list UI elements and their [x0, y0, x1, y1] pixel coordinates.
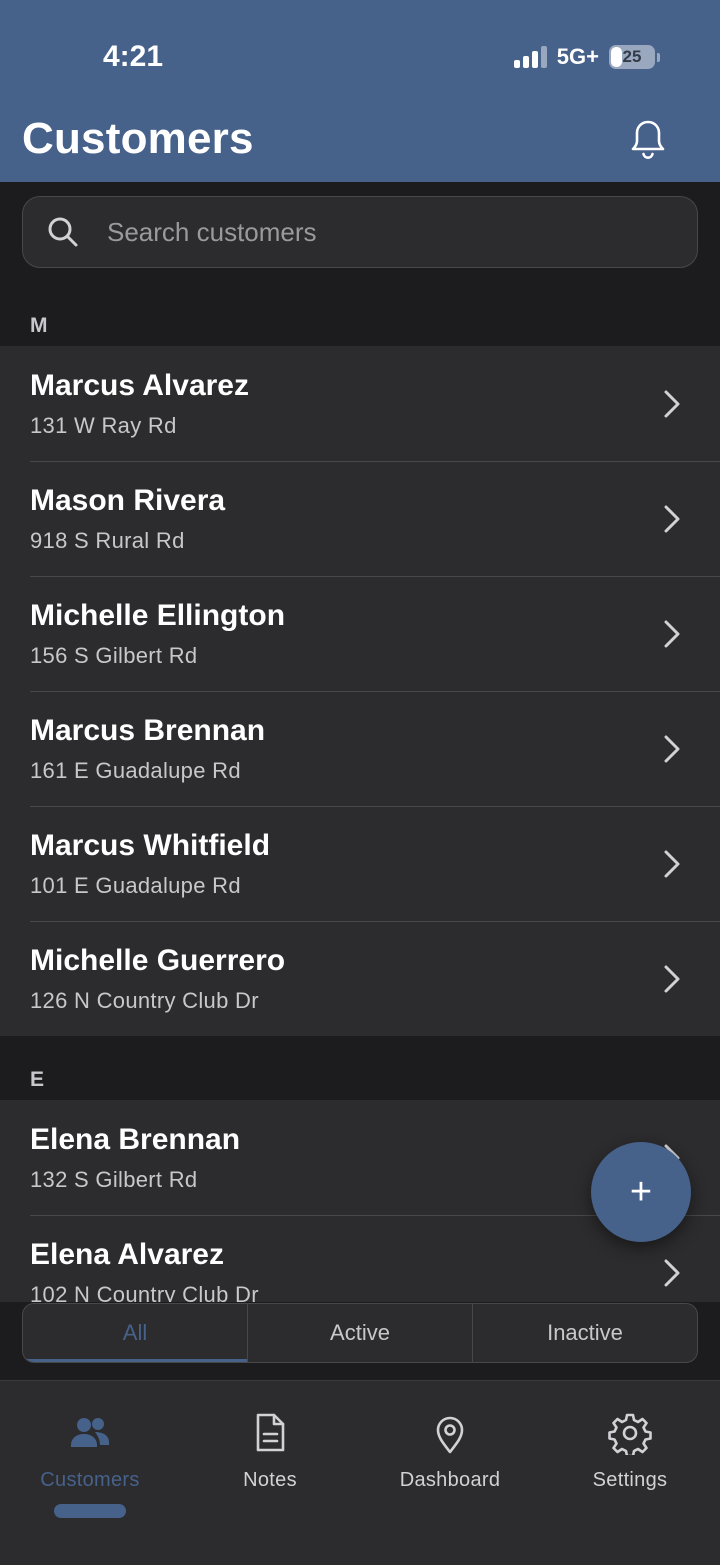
customer-name: Marcus Alvarez: [30, 368, 249, 402]
chevron-right-icon: [664, 1259, 680, 1286]
status-indicators: 5G+ 25: [513, 44, 660, 70]
signal-icon: [513, 46, 547, 68]
status-filter: All Active Inactive: [22, 1303, 698, 1363]
customer-name: Michelle Guerrero: [30, 943, 286, 977]
add-customer-button[interactable]: +: [591, 1142, 691, 1242]
battery-icon: 25: [609, 45, 655, 69]
section-header-m: M: [30, 314, 48, 337]
tab-notes[interactable]: Notes: [180, 1411, 360, 1492]
document-icon: [256, 1413, 285, 1452]
customer-row[interactable]: Michelle Guerrero 126 N Country Club Dr: [0, 921, 720, 1036]
chevron-right-icon: [664, 850, 680, 877]
tab-label: Notes: [243, 1469, 297, 1491]
tab-label: Settings: [592, 1469, 668, 1491]
tab-bar: Customers Notes Dashboard Settings: [0, 1380, 720, 1565]
customer-address: 101 E Guadalupe Rd: [30, 872, 241, 898]
customer-name: Elena Alvarez: [30, 1237, 224, 1271]
customer-address: 126 N Country Club Dr: [30, 987, 259, 1013]
battery-level: 25: [622, 47, 642, 66]
search-icon: [48, 217, 78, 247]
filter-active[interactable]: Active: [247, 1304, 472, 1362]
search-bar[interactable]: [22, 196, 698, 268]
chevron-right-icon: [664, 390, 680, 417]
tab-customers[interactable]: Customers: [0, 1411, 180, 1492]
customer-row[interactable]: Michelle Ellington 156 S Gilbert Rd: [0, 576, 720, 691]
customer-row[interactable]: Mason Rivera 918 S Rural Rd: [0, 461, 720, 576]
customer-address: 161 E Guadalupe Rd: [30, 757, 241, 783]
customer-address: 131 W Ray Rd: [30, 412, 177, 438]
customer-address: 156 S Gilbert Rd: [30, 642, 198, 668]
customer-row[interactable]: Marcus Brennan 161 E Guadalupe Rd: [0, 691, 720, 806]
chevron-right-icon: [664, 505, 680, 532]
customer-name: Marcus Whitfield: [30, 828, 271, 862]
tab-dashboard[interactable]: Dashboard: [360, 1411, 540, 1492]
people-icon: [71, 1418, 109, 1447]
tab-label: Customers: [40, 1469, 140, 1491]
section-header-e: E: [30, 1068, 45, 1091]
customer-row[interactable]: Marcus Alvarez 131 W Ray Rd: [0, 346, 720, 461]
search-input[interactable]: [107, 216, 667, 248]
chevron-right-icon: [664, 965, 680, 992]
tab-settings[interactable]: Settings: [540, 1411, 720, 1492]
filter-all[interactable]: All: [23, 1304, 247, 1362]
customer-row[interactable]: Marcus Whitfield 101 E Guadalupe Rd: [0, 806, 720, 921]
chevron-right-icon: [664, 620, 680, 647]
bell-icon[interactable]: [628, 118, 668, 162]
page-title: Customers: [22, 114, 254, 163]
app-header: 4:21 5G+ 25 Customers: [0, 0, 720, 182]
customer-name: Michelle Ellington: [30, 598, 286, 632]
active-tab-indicator: [54, 1504, 126, 1518]
battery-tip: [657, 52, 660, 62]
customer-address: 918 S Rural Rd: [30, 527, 185, 553]
location-pin-icon: [436, 1416, 464, 1454]
filter-inactive[interactable]: Inactive: [472, 1304, 697, 1362]
gear-icon: [608, 1413, 652, 1455]
status-time: 4:21: [103, 40, 164, 73]
chevron-right-icon: [664, 735, 680, 762]
customer-name: Marcus Brennan: [30, 713, 266, 747]
network-label: 5G+: [556, 44, 599, 69]
customer-address: 102 N Country Club Dr: [30, 1281, 259, 1303]
customer-name: Mason Rivera: [30, 483, 226, 517]
tab-label: Dashboard: [399, 1469, 501, 1491]
customer-list[interactable]: M Marcus Alvarez 131 W Ray Rd Mason Rive…: [0, 282, 720, 1302]
